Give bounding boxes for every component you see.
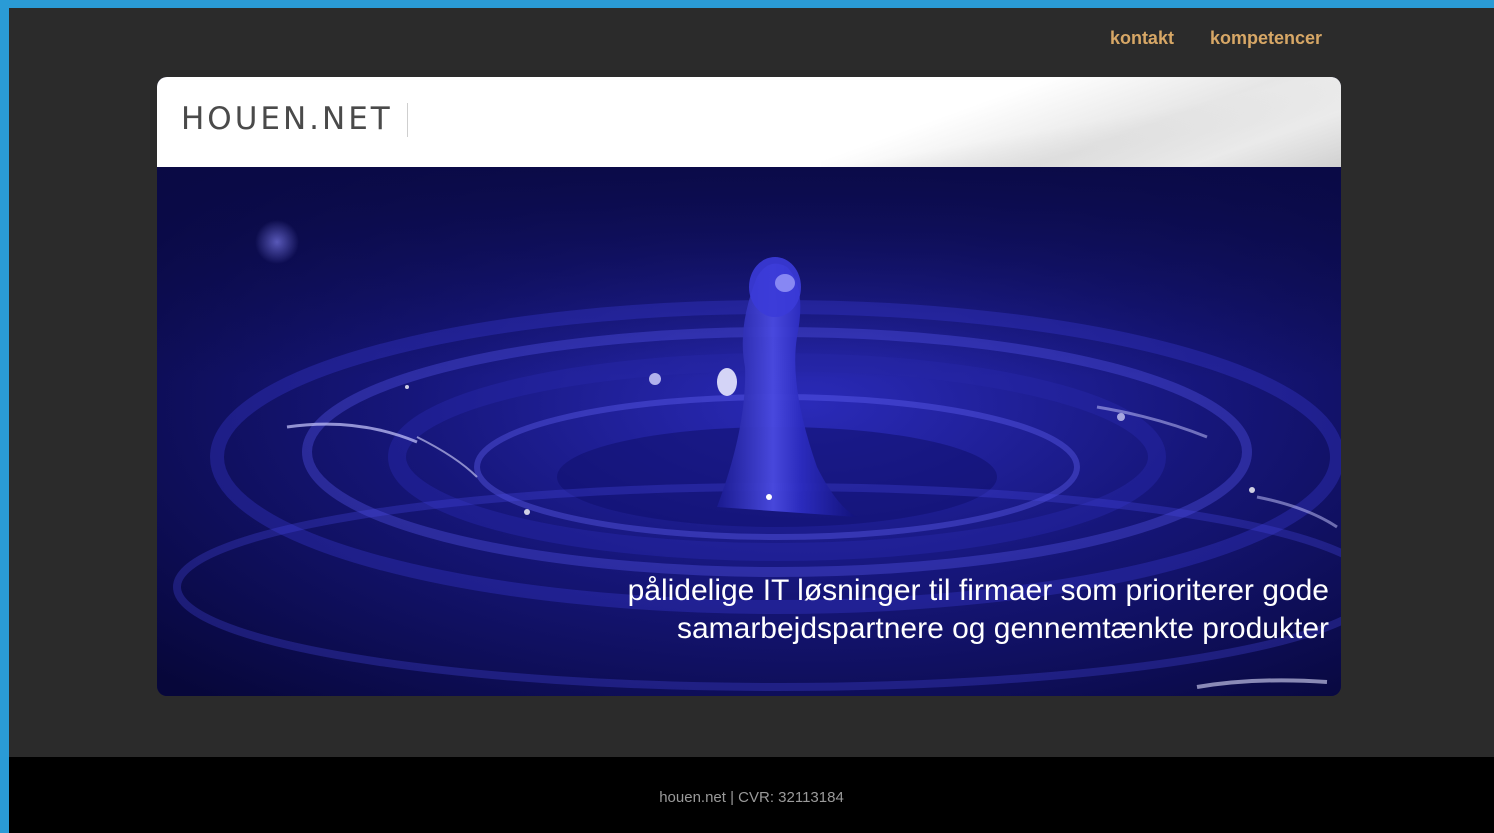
nav-link-kontakt[interactable]: kontakt	[1110, 28, 1174, 49]
card-header: HOUEN.NET	[157, 77, 1341, 167]
logo-divider	[407, 103, 408, 137]
tagline-line-1: pålidelige IT løsninger til firmaer som …	[627, 574, 1329, 607]
tagline-line-2: samarbejdspartnere og gennemtænkte produ…	[676, 612, 1329, 645]
hero-banner: pålidelige IT løsninger til firmaer som …	[157, 167, 1341, 696]
footer-text: houen.net | CVR: 32113184	[659, 789, 844, 806]
main-card: HOUEN.NET pålidelige IT løsninger til fi…	[157, 77, 1341, 696]
footer: houen.net | CVR: 32113184	[9, 757, 1494, 833]
page-frame: kontakt kompetencer HOUEN.NET pålidelige…	[9, 8, 1494, 833]
top-navigation: kontakt kompetencer	[1110, 28, 1322, 49]
nav-link-kompetencer[interactable]: kompetencer	[1210, 28, 1322, 49]
hero-tagline: pålidelige IT løsninger til firmaer som …	[628, 572, 1329, 648]
site-logo[interactable]: HOUEN.NET	[181, 101, 393, 137]
